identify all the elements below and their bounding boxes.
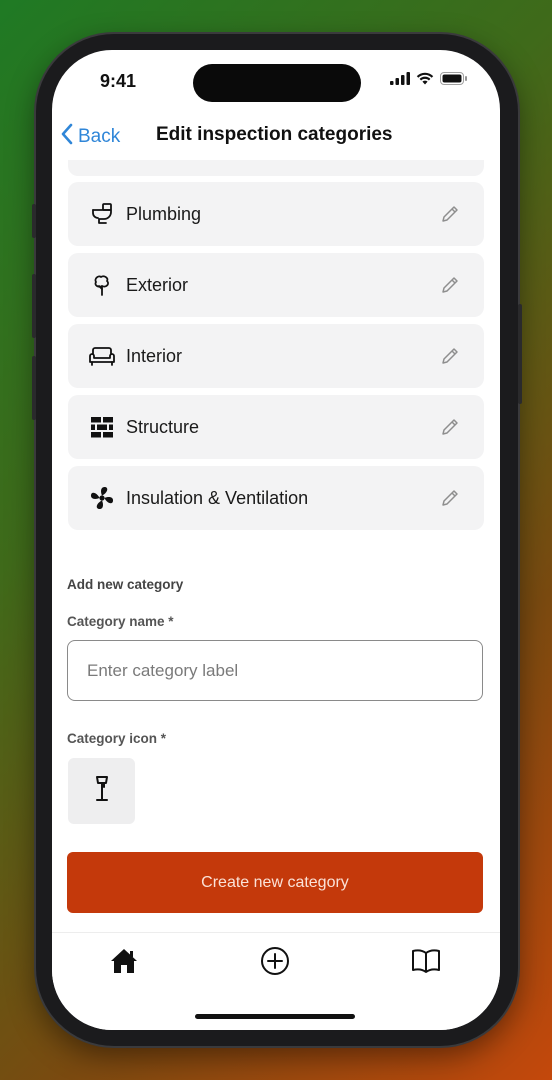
status-icons <box>390 72 468 90</box>
page-title: Edit inspection categories <box>156 124 393 145</box>
category-item-structure[interactable]: Structure <box>68 395 484 459</box>
tab-library[interactable] <box>410 947 442 979</box>
volume-down-button <box>32 356 36 420</box>
book-icon <box>411 948 441 979</box>
toilet-icon <box>88 200 116 228</box>
cellular-signal-icon <box>390 72 410 90</box>
wifi-icon <box>416 72 434 90</box>
category-label: Exterior <box>126 274 189 295</box>
add-circle-icon <box>260 946 290 981</box>
pencil-icon[interactable] <box>440 417 460 437</box>
category-name-label: Category name * <box>67 614 174 629</box>
category-item-plumbing[interactable]: Plumbing <box>68 182 484 246</box>
create-category-button[interactable]: Create new category <box>67 852 483 913</box>
back-button[interactable]: Back <box>60 122 120 152</box>
category-label: Interior <box>126 345 183 366</box>
tree-icon <box>88 271 116 299</box>
category-name-input[interactable] <box>67 640 483 701</box>
home-icon <box>110 948 138 979</box>
mute-switch <box>32 204 36 238</box>
category-icon-label: Category icon * <box>67 731 167 746</box>
icon-picker-button[interactable] <box>68 758 135 824</box>
dynamic-island <box>193 64 361 102</box>
fan-icon <box>88 484 116 512</box>
volume-up-button <box>32 274 36 338</box>
section-title: Add new category <box>67 577 184 592</box>
tab-add[interactable] <box>259 946 291 981</box>
sofa-icon <box>88 342 116 370</box>
pencil-icon[interactable] <box>440 346 460 366</box>
category-item-insulation-ventilation[interactable]: Insulation & Ventilation <box>68 466 484 530</box>
category-label: Structure <box>126 416 200 437</box>
app-screen: 9:41 Back Edit inspection categories Plu… <box>52 50 500 1030</box>
back-label: Back <box>78 126 121 147</box>
power-button <box>518 304 522 404</box>
category-label: Insulation & Ventilation <box>126 487 309 508</box>
navigation-bar: Back Edit inspection categories <box>52 120 500 164</box>
tab-home[interactable] <box>108 947 140 979</box>
category-item-interior[interactable]: Interior <box>68 324 484 388</box>
list-item-partial <box>68 160 484 176</box>
chevron-left-icon <box>60 122 74 152</box>
category-item-exterior[interactable]: Exterior <box>68 253 484 317</box>
pencil-icon[interactable] <box>440 204 460 224</box>
battery-icon <box>440 72 468 90</box>
floor-lamp-icon <box>94 775 110 808</box>
category-list: Plumbing Exterior Interior Structure Ins… <box>68 182 484 537</box>
pencil-icon[interactable] <box>440 488 460 508</box>
home-indicator <box>195 1014 355 1019</box>
pencil-icon[interactable] <box>440 275 460 295</box>
status-time: 9:41 <box>100 71 137 91</box>
category-label: Plumbing <box>126 203 202 224</box>
brick-wall-icon <box>88 413 116 441</box>
